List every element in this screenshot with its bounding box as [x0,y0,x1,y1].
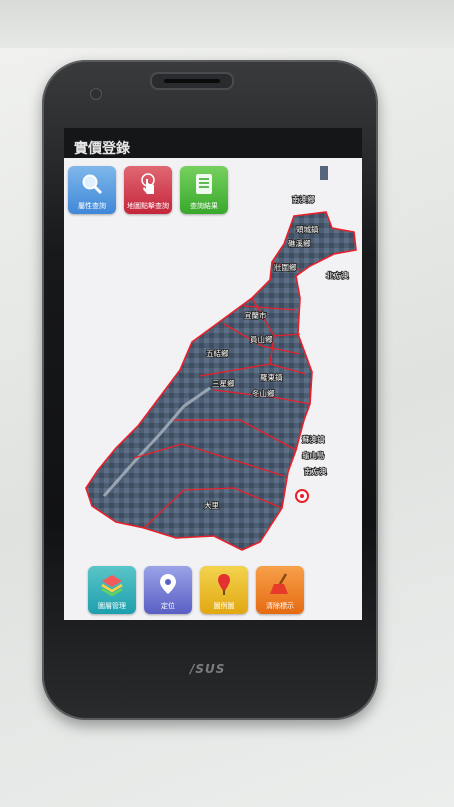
attribute-query-button[interactable]: 屬性查詢 [68,166,116,214]
phone-brand-logo: /SUS [190,662,226,676]
earpiece-speaker [150,72,234,90]
place-label: 壯圍鄉 [274,262,297,272]
location-pin-icon [160,574,176,594]
place-label: 礁溪鄉 [288,238,311,248]
query-results-button[interactable]: 查詢結果 [180,166,228,214]
map-toolbar: 圖層管理 定位 圖例圖 清除標示 [64,566,362,618]
map-click-query-button[interactable]: 地圖點擊查詢 [124,166,172,214]
map-canvas: 南澳鄉 頭城鎮 礁溪鄉 壯圍鄉 北方澳 宜蘭市 員山鄉 五結鄉 羅東鎮 三星鄉 … [85,166,357,551]
place-label: 南澳鄉 [292,194,315,204]
button-label: 屬性查詢 [78,202,106,210]
place-label: 羅東鎮 [260,372,283,382]
place-label: 大里 [204,500,219,510]
place-label: 冬山鄉 [252,388,275,398]
layer-management-button[interactable]: 圖層管理 [88,566,136,614]
locate-button[interactable]: 定位 [144,566,192,614]
list-icon [196,174,212,194]
button-label: 圖層管理 [98,602,126,610]
place-label: 宜蘭市 [244,310,267,320]
desk-edge [0,0,454,48]
broom-icon [270,573,288,594]
phone-screen: 實價登錄 南澳鄉 頭城鎮 礁溪鄉 壯圍鄉 北方澳 宜蘭市 員山鄉 五結鄉 羅東鎮… [64,128,362,620]
place-label: 龜山島 [302,450,325,460]
magnifier-icon [82,174,103,195]
marker-icon [218,574,230,595]
place-label: 頭城鎮 [296,224,319,234]
place-label: 蘇澳鎮 [302,434,325,444]
layers-icon [101,575,123,596]
place-label: 北方澳 [326,270,349,280]
button-label: 查詢結果 [190,202,218,210]
app-title: 實價登錄 [74,141,130,157]
front-camera [90,88,102,100]
legend-button[interactable]: 圖例圖 [200,566,248,614]
place-label: 五結鄉 [206,348,229,358]
turtle-island [320,166,328,180]
map-view[interactable]: 南澳鄉 頭城鎮 礁溪鄉 壯圍鄉 北方澳 宜蘭市 員山鄉 五結鄉 羅東鎮 三星鄉 … [64,158,362,620]
place-label: 員山鄉 [250,334,273,344]
clear-markers-button[interactable]: 清除標示 [256,566,304,614]
tap-hand-icon [141,173,155,194]
place-label: 三星鄉 [212,378,235,388]
button-label: 清除標示 [266,602,294,610]
button-label: 圖例圖 [213,602,235,610]
button-label: 定位 [161,602,175,610]
place-label: 南方澳 [304,466,327,476]
location-marker-icon [295,489,309,503]
button-label: 地圖點擊查詢 [127,202,169,210]
